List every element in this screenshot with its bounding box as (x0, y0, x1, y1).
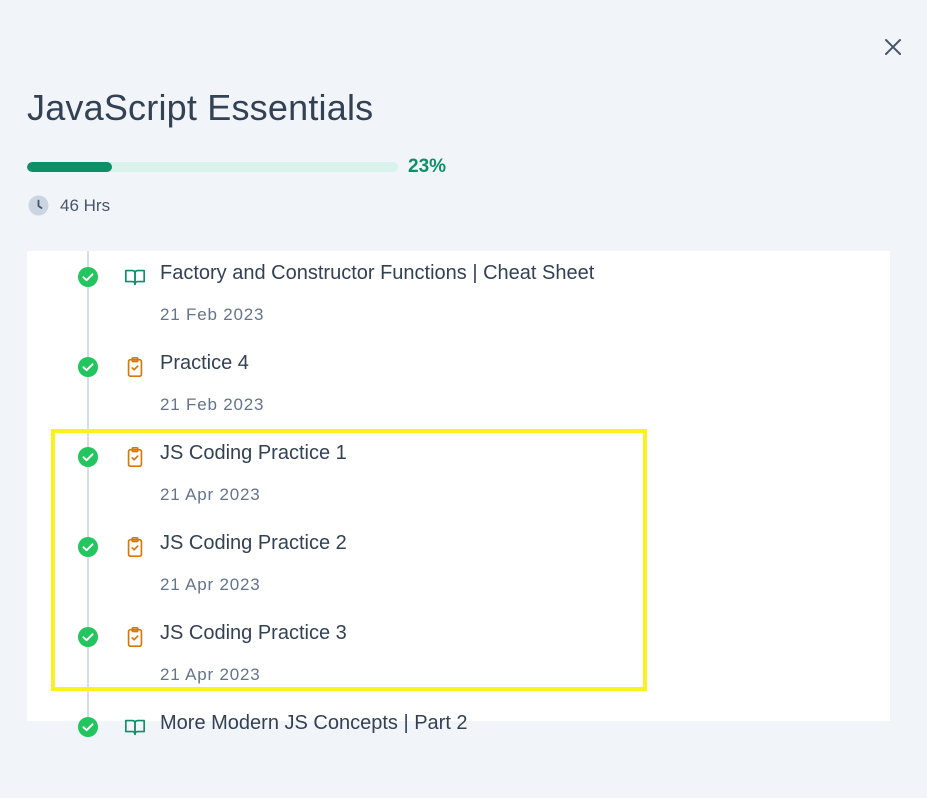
item-type (124, 356, 146, 378)
completed-status (78, 627, 98, 647)
list-item[interactable]: JS Coding Practice 1 21 Apr 2023 (27, 438, 890, 528)
check-circle-icon (78, 717, 98, 737)
item-date: 21 Apr 2023 (160, 575, 261, 594)
list-item[interactable]: Practice 4 21 Feb 2023 (27, 348, 890, 438)
course-duration: 46 Hrs (28, 195, 110, 216)
close-icon (885, 39, 901, 55)
item-type (124, 446, 146, 468)
clipboard-check-icon (127, 627, 143, 647)
item-date: 21 Apr 2023 (160, 485, 261, 504)
check-circle-icon (78, 447, 98, 467)
item-title: More Modern JS Concepts | Part 2 (160, 712, 468, 734)
progress-bar-fill (27, 162, 113, 172)
completed-status (78, 537, 98, 557)
completed-status (78, 357, 98, 377)
clipboard-check-icon (127, 537, 143, 557)
list-item[interactable]: Factory and Constructor Functions | Chea… (27, 258, 890, 348)
check-circle-icon (78, 267, 98, 287)
item-title: JS Coding Practice 3 (160, 622, 347, 644)
course-content-list[interactable]: Factory and Constructor Functions | Chea… (27, 251, 890, 737)
check-circle-icon (78, 627, 98, 647)
item-title: JS Coding Practice 2 (160, 532, 347, 554)
clock-icon (28, 195, 49, 216)
list-item[interactable]: JS Coding Practice 3 21 Apr 2023 (27, 618, 890, 708)
item-title: Practice 4 (160, 352, 249, 374)
check-circle-icon (78, 537, 98, 557)
list-item[interactable]: JS Coding Practice 2 21 Apr 2023 (27, 528, 890, 618)
item-type (124, 626, 146, 648)
item-date: 21 Feb 2023 (160, 395, 265, 414)
item-title: Factory and Constructor Functions | Chea… (160, 262, 595, 284)
item-type (124, 536, 146, 558)
progress-bar (27, 162, 398, 172)
item-date: 21 Apr 2023 (160, 665, 261, 684)
item-title: JS Coding Practice 1 (160, 442, 347, 464)
item-date: 21 Feb 2023 (160, 305, 265, 324)
completed-status (78, 447, 98, 467)
check-circle-icon (78, 357, 98, 377)
book-icon (125, 269, 145, 286)
duration-text: 46 Hrs (60, 195, 111, 215)
course-title: JavaScript Essentials (27, 87, 374, 128)
close-button[interactable] (881, 35, 905, 59)
completed-status (78, 267, 98, 287)
progress-percentage: 23% (408, 156, 447, 177)
item-type (124, 716, 146, 738)
completed-status (78, 717, 98, 737)
book-icon (125, 719, 145, 736)
clipboard-check-icon (127, 447, 143, 467)
list-item[interactable]: More Modern JS Concepts | Part 2 (27, 708, 890, 798)
clipboard-check-icon (127, 357, 143, 377)
item-type (124, 266, 146, 288)
